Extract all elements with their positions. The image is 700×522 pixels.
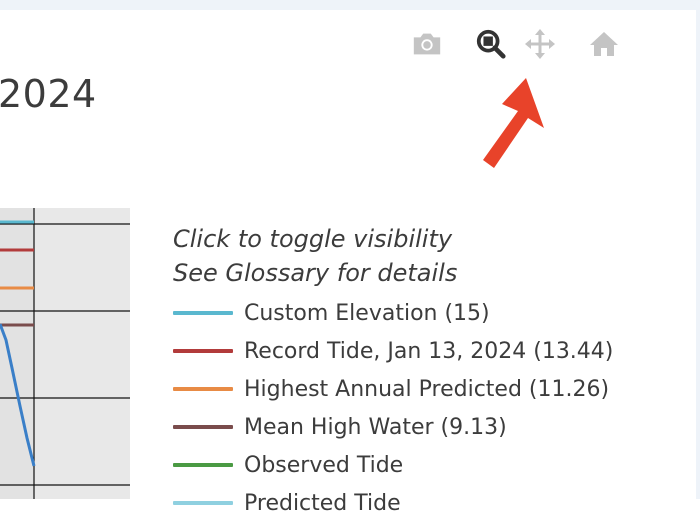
legend-label: Observed Tide bbox=[244, 452, 404, 478]
legend-label: Highest Annual Predicted (11.26) bbox=[244, 376, 610, 402]
legend-item[interactable]: Record Tide, Jan 13, 2024 (13.44) bbox=[173, 332, 613, 370]
modebar bbox=[0, 28, 700, 60]
legend-glossary-note: See Glossary for details bbox=[173, 259, 458, 287]
zoom-icon bbox=[476, 29, 506, 59]
chart-title-fragment: 2024 bbox=[0, 72, 97, 116]
legend-swatch bbox=[173, 501, 233, 505]
legend-swatch bbox=[173, 463, 233, 467]
legend-swatch bbox=[173, 349, 233, 353]
legend-item[interactable]: Highest Annual Predicted (11.26) bbox=[173, 370, 613, 408]
zoom-button[interactable] bbox=[475, 28, 507, 60]
legend-item[interactable]: Observed Tide bbox=[173, 446, 613, 484]
camera-button[interactable] bbox=[411, 28, 443, 60]
tide-plot-area bbox=[0, 208, 130, 499]
legend-swatch bbox=[173, 425, 233, 429]
legend-item[interactable]: Mean High Water (9.13) bbox=[173, 408, 613, 446]
legend: Click to toggle visibility See Glossary … bbox=[173, 222, 613, 522]
legend-label: Record Tide, Jan 13, 2024 (13.44) bbox=[244, 338, 614, 364]
legend-item[interactable]: Predicted Tide bbox=[173, 484, 613, 522]
home-icon bbox=[590, 32, 618, 56]
legend-label: Mean High Water (9.13) bbox=[244, 414, 507, 440]
pan-button[interactable] bbox=[524, 28, 556, 60]
page-right-edge bbox=[696, 10, 700, 499]
pan-icon bbox=[525, 29, 555, 59]
legend-label: Predicted Tide bbox=[244, 490, 401, 516]
legend-swatch bbox=[173, 387, 233, 391]
page-top-strip bbox=[0, 0, 700, 10]
camera-icon bbox=[413, 33, 441, 55]
legend-items: Custom Elevation (15) Record Tide, Jan 13… bbox=[173, 294, 613, 522]
legend-label: Custom Elevation (15) bbox=[244, 300, 490, 326]
legend-swatch bbox=[173, 311, 233, 315]
legend-item[interactable]: Custom Elevation (15) bbox=[173, 294, 613, 332]
annotation-arrow bbox=[483, 78, 544, 168]
home-button[interactable] bbox=[588, 28, 620, 60]
legend-toggle-note: Click to toggle visibility bbox=[173, 225, 453, 253]
